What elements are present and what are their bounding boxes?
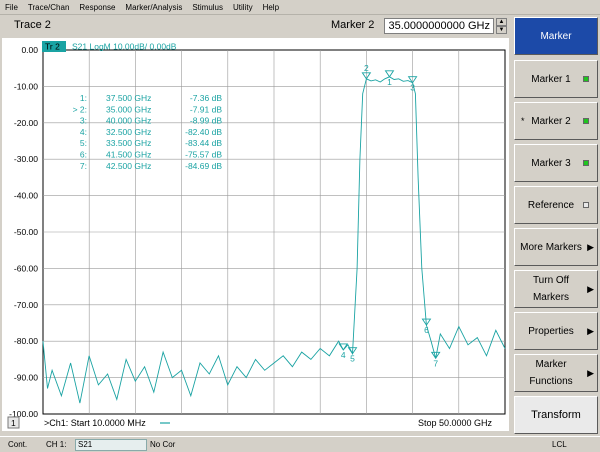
marker-row-value: -83.44 dB (185, 138, 222, 148)
y-tick-label: -70.00 (14, 300, 38, 310)
stop-frequency: Stop 50.0000 GHz (418, 418, 493, 428)
softkey-panel: Marker Marker 1 Marker 2 * Marker 3 Reference… (512, 15, 600, 436)
marker-row-frequency: 42.500 GHz (106, 161, 151, 171)
marker-entry-label: Marker 2 (331, 19, 375, 31)
marker-row-frequency: 41.500 GHz (106, 150, 151, 160)
y-tick-label: -30.00 (14, 154, 38, 164)
marker-row-id: 5: (80, 138, 87, 148)
selected-star-icon: * (521, 116, 525, 126)
marker-row-frequency: 35.000 GHz (106, 104, 151, 114)
softkey-marker-functions[interactable]: Marker Functions ▶ (514, 354, 598, 392)
marker-row-value: -75.57 dB (185, 150, 222, 160)
softkey-label: Marker 3 (531, 157, 571, 169)
softkey-marker-2[interactable]: Marker 2 * (514, 102, 598, 140)
measure-parameter: S21 (78, 440, 93, 449)
marker-row-id: > 2: (73, 104, 87, 114)
softkey-turn-off-markers[interactable]: Turn Off Markers ▶ (514, 270, 598, 308)
y-tick-label: -40.00 (14, 191, 38, 201)
menu-item-help[interactable]: Help (258, 3, 284, 12)
spin-up-button[interactable]: ▲ (496, 18, 507, 26)
trace-chart: 0.00 -10.00 -20.00 -30.00 -40.00 -50.00 -60.00… (2, 38, 509, 431)
marker-row-frequency: 40.000 GHz (106, 116, 151, 126)
softkey-label: More Markers (520, 241, 582, 253)
softkey-more-markers[interactable]: More Markers ▶ (514, 228, 598, 266)
remote-status: LCL (552, 440, 567, 449)
marker-row-id: 1: (80, 93, 87, 103)
chart-background (2, 38, 509, 431)
softkey-marker-3[interactable]: Marker 3 (514, 144, 598, 182)
submenu-arrow-icon: ▶ (587, 368, 594, 378)
trace-description: S21 LogM 10.00dB/ 0.00dB (72, 42, 177, 52)
softkey-marker-1[interactable]: Marker 1 (514, 60, 598, 98)
trace-tag: Tr 2 S21 LogM 10.00dB/ 0.00dB (42, 41, 177, 52)
indicator-led-icon (583, 160, 589, 166)
softkey-reference[interactable]: Reference (514, 186, 598, 224)
softkey-transform[interactable]: Transform (514, 396, 598, 434)
menu-item-trace-chan[interactable]: Trace/Chan (23, 3, 75, 12)
softkey-label: Marker Functions (529, 359, 573, 387)
softkey-label: Marker 1 (531, 73, 571, 85)
start-frequency: >Ch1: Start 10.0000 MHz (44, 418, 146, 428)
marker-row-frequency: 37.500 GHz (106, 93, 151, 103)
y-tick-label: -50.00 (14, 227, 38, 237)
softkey-label: Reference (527, 199, 575, 211)
menu-item-file[interactable]: File (0, 3, 23, 12)
indicator-led-icon (583, 118, 589, 124)
marker-row-value: -82.40 dB (185, 127, 222, 137)
marker-frequency-input[interactable] (384, 18, 494, 34)
trace-tag-number: Tr 2 (45, 42, 60, 52)
menu-item-response[interactable]: Response (74, 3, 120, 12)
y-tick-label: -20.00 (14, 118, 38, 128)
status-bar: Cont. CH 1: S21 No Cor LCL (0, 436, 600, 452)
marker-row-value: -7.36 dB (190, 93, 222, 103)
marker-row-value: -7.91 dB (190, 104, 222, 114)
marker-6-label: 6 (424, 325, 429, 335)
spin-down-button[interactable]: ▼ (496, 26, 507, 34)
indicator-led-icon (583, 76, 589, 82)
y-tick-label: -90.00 (14, 373, 38, 383)
submenu-arrow-icon: ▶ (587, 242, 594, 252)
marker-row-id: 3: (80, 116, 87, 126)
menu-bar: File Trace/Chan Response Marker/Analysis Sti… (0, 0, 600, 15)
menu-item-stimulus[interactable]: Stimulus (187, 3, 228, 12)
submenu-arrow-icon: ▶ (587, 326, 594, 336)
correction-status: No Cor (150, 440, 176, 449)
marker-row-value: -84.69 dB (185, 161, 222, 171)
indicator-led-icon (583, 202, 589, 208)
active-trace-label: Trace 2 (14, 19, 51, 31)
softkey-label: Marker (540, 30, 572, 42)
softkey-label: Marker 2 (531, 115, 571, 127)
marker-2-label: 2 (364, 63, 369, 73)
y-tick-label: -60.00 (14, 263, 38, 273)
marker-row-id: 4: (80, 127, 87, 137)
marker-row-id: 7: (80, 161, 87, 171)
top-bar: Trace 2 Marker 2 ▲ ▼ (0, 15, 512, 37)
marker-4-label: 4 (341, 350, 346, 360)
marker-5-label: 5 (350, 354, 355, 364)
marker-row-frequency: 33.500 GHz (106, 138, 151, 148)
channel-number: 1 (11, 418, 16, 428)
marker-row-frequency: 32.500 GHz (106, 127, 151, 137)
softkey-label: Turn Off Markers (532, 275, 570, 303)
softkey-label: Transform (531, 408, 581, 421)
marker-3-label: 3 (410, 83, 415, 93)
menu-item-utility[interactable]: Utility (228, 3, 258, 12)
marker-7-label: 7 (433, 358, 438, 368)
marker-1-label: 1 (387, 77, 392, 87)
y-tick-label: -80.00 (14, 336, 38, 346)
sweep-mode: Cont. (8, 440, 28, 449)
softkey-marker[interactable]: Marker (514, 17, 598, 55)
submenu-arrow-icon: ▶ (587, 284, 594, 294)
marker-row-value: -8.99 dB (190, 116, 222, 126)
softkey-properties[interactable]: Properties ▶ (514, 312, 598, 350)
y-tick-label: 0.00 (21, 45, 38, 55)
y-tick-label: -10.00 (14, 81, 38, 91)
menu-item-marker-analysis[interactable]: Marker/Analysis (120, 3, 187, 12)
marker-row-id: 6: (80, 150, 87, 160)
channel-status: CH 1: (46, 440, 67, 449)
softkey-label: Properties (528, 325, 574, 337)
